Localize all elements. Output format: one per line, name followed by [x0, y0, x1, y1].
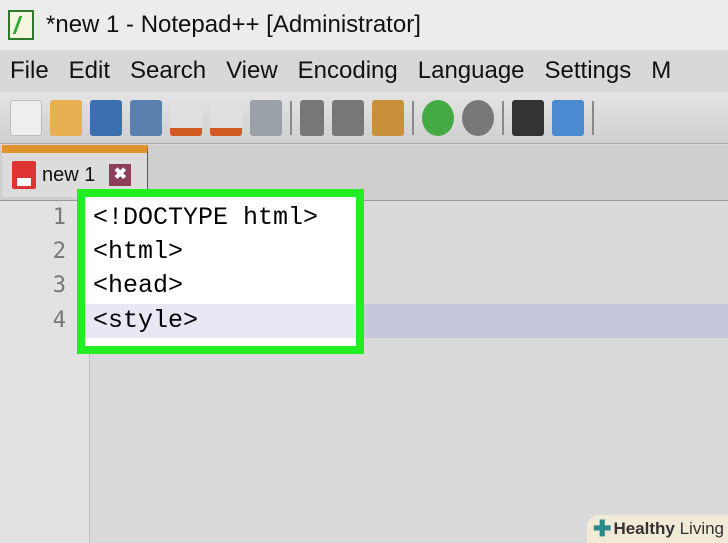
watermark-rest: Living — [674, 519, 724, 538]
menu-more[interactable]: M — [641, 57, 681, 85]
code-line[interactable]: <!DOCTYPE html> — [93, 201, 318, 235]
menu-file[interactable]: File — [0, 57, 59, 85]
undo-icon[interactable] — [422, 99, 454, 136]
line-number: 2 — [52, 239, 66, 264]
close-file-icon[interactable] — [170, 99, 202, 136]
menu-settings[interactable]: Settings — [535, 57, 642, 85]
line-number: 1 — [52, 205, 66, 230]
menu-search[interactable]: Search — [120, 57, 216, 85]
close-all-icon[interactable] — [210, 99, 242, 136]
plus-logo-icon: ✚ — [593, 516, 612, 541]
tab-label: new 1 — [42, 163, 96, 186]
copy-icon[interactable] — [332, 99, 364, 136]
watermark: ✚ Healthy Living — [587, 515, 728, 543]
code-line[interactable]: <style> — [93, 304, 198, 338]
print-icon[interactable] — [250, 99, 282, 136]
new-file-icon[interactable] — [10, 99, 42, 136]
close-tab-icon[interactable]: ✖ — [109, 164, 132, 186]
menu-view[interactable]: View — [216, 57, 288, 85]
redo-icon[interactable] — [462, 99, 494, 136]
menu-language[interactable]: Language — [408, 57, 535, 85]
window-title: *new 1 - Notepad++ [Administrator] — [46, 11, 421, 38]
editor[interactable]: 1 2 3 4 <!DOCTYPE html> <html> <head> <s… — [0, 189, 728, 543]
watermark-brand: Healthy — [613, 519, 675, 538]
replace-icon[interactable] — [552, 99, 584, 136]
line-number: 3 — [52, 273, 66, 298]
toolbar — [0, 92, 728, 144]
menu-bar: File Edit Search View Encoding Language … — [0, 50, 728, 92]
unsaved-disk-icon — [12, 161, 36, 189]
title-bar: *new 1 - Notepad++ [Administrator] — [0, 0, 728, 50]
menu-edit[interactable]: Edit — [59, 57, 120, 85]
toolbar-separator — [592, 100, 594, 135]
code-line[interactable]: <head> — [93, 269, 183, 303]
toolbar-separator — [290, 100, 292, 135]
menu-encoding[interactable]: Encoding — [288, 57, 408, 85]
open-file-icon[interactable] — [50, 99, 82, 136]
toolbar-separator — [412, 100, 414, 135]
notepadpp-icon — [8, 10, 34, 40]
cut-icon[interactable] — [300, 99, 324, 136]
toolbar-separator — [502, 100, 504, 135]
code-line[interactable]: <html> — [93, 235, 183, 269]
paste-icon[interactable] — [372, 99, 404, 136]
line-number: 4 — [52, 308, 66, 333]
find-icon[interactable] — [512, 99, 544, 136]
save-icon[interactable] — [90, 99, 122, 136]
save-all-icon[interactable] — [130, 99, 162, 136]
